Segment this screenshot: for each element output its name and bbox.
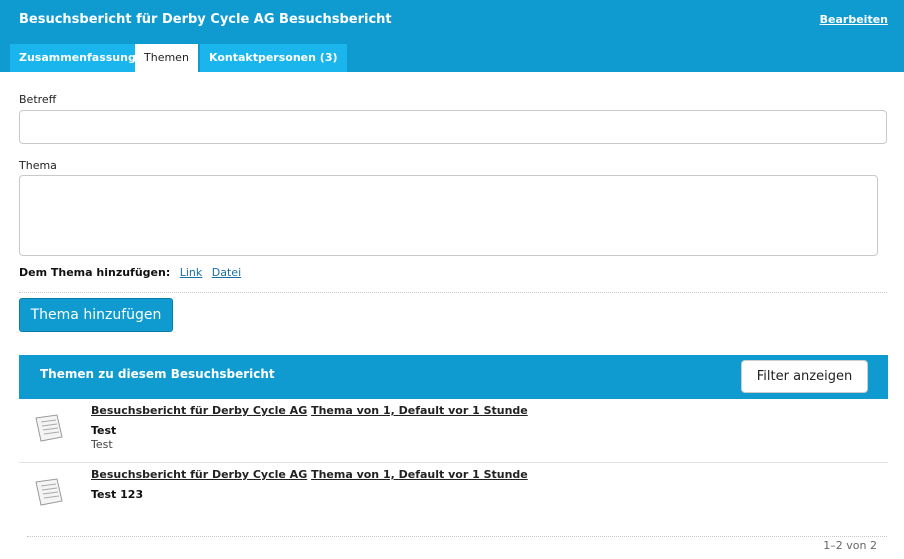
item-title: Test 123 xyxy=(91,488,144,501)
subject-label: Betreff xyxy=(19,93,57,106)
item-title: Test xyxy=(91,424,117,437)
header-bar: Besuchsbericht für Derby Cycle AG Besuch… xyxy=(0,0,904,72)
subject-input[interactable] xyxy=(19,110,887,144)
list-item: Besuchsbericht für Derby Cycle AG Thema … xyxy=(19,468,888,526)
add-link-link[interactable]: Link xyxy=(180,266,203,279)
tab-themen[interactable]: Themen xyxy=(135,44,198,72)
edit-link[interactable]: Bearbeiten xyxy=(820,13,888,26)
meta-link[interactable]: Thema von 1, Default vor 1 Stunde xyxy=(311,404,528,417)
meta-link[interactable]: Thema von 1, Default vor 1 Stunde xyxy=(311,468,528,481)
page-title: Besuchsbericht für Derby Cycle AG Besuch… xyxy=(19,12,392,27)
report-link[interactable]: Besuchsbericht für Derby Cycle AG xyxy=(91,468,307,481)
topic-textarea[interactable] xyxy=(19,175,878,256)
divider xyxy=(27,536,887,537)
show-filter-button[interactable]: Filter anzeigen xyxy=(741,360,868,393)
topics-list-title: Themen zu diesem Besuchsbericht xyxy=(40,367,275,381)
pagination-info: 1–2 von 2 xyxy=(823,539,877,552)
topics-list-header: Themen zu diesem Besuchsbericht Filter a… xyxy=(19,355,888,399)
item-links: Besuchsbericht für Derby Cycle AG Thema … xyxy=(91,468,528,481)
add-to-topic-row: Dem Thema hinzufügen: Link Datei xyxy=(19,266,241,279)
list-item: Besuchsbericht für Derby Cycle AG Thema … xyxy=(19,404,888,463)
report-link[interactable]: Besuchsbericht für Derby Cycle AG xyxy=(91,404,307,417)
document-icon xyxy=(35,478,63,506)
topic-label: Thema xyxy=(19,159,57,172)
item-body: Test xyxy=(91,438,113,451)
tab-zusammenfassung[interactable]: Zusammenfassung xyxy=(10,44,145,72)
divider xyxy=(19,292,887,293)
add-topic-button[interactable]: Thema hinzufügen xyxy=(19,298,173,332)
add-file-link[interactable]: Datei xyxy=(212,266,241,279)
tab-kontaktpersonen[interactable]: Kontaktpersonen (3) xyxy=(200,44,347,72)
item-links: Besuchsbericht für Derby Cycle AG Thema … xyxy=(91,404,528,417)
document-icon xyxy=(35,414,63,442)
add-to-topic-label: Dem Thema hinzufügen: xyxy=(19,266,171,279)
